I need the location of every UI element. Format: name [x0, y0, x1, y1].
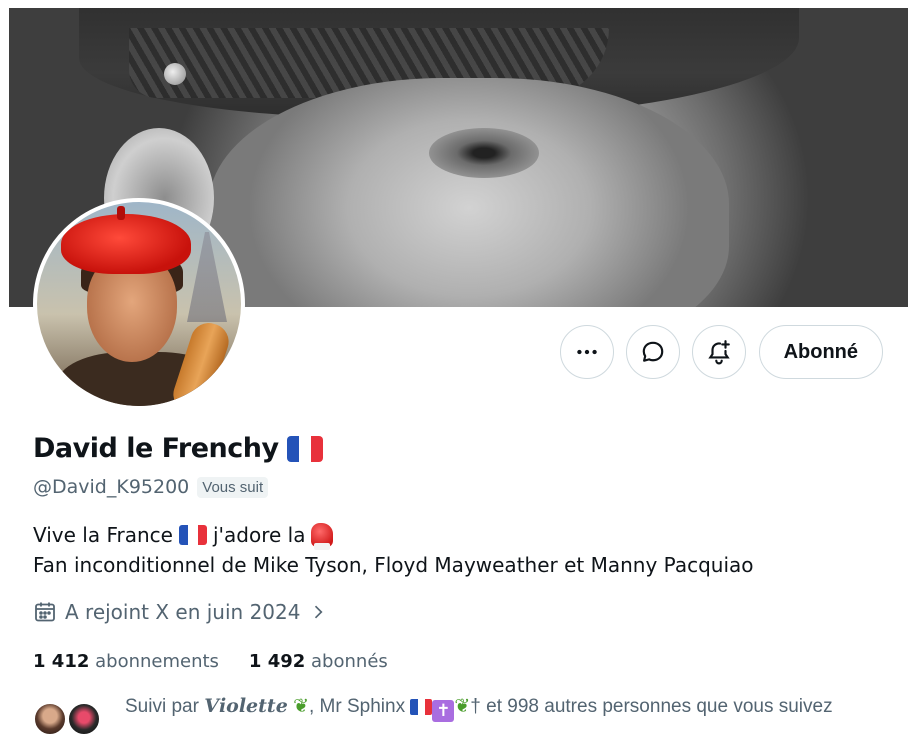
joined-date-text: A rejoint X en juin 2024: [65, 600, 301, 624]
mutual-user-1: 𝑽𝒊𝒐𝒍𝒆𝒕𝒕𝒆: [204, 695, 288, 717]
herb-icon: ❦: [293, 696, 309, 717]
mutual-user-2: , Mr Sphinx: [309, 696, 406, 717]
following-label: abonnements: [95, 651, 219, 672]
latin-cross-icon: ✝: [432, 700, 455, 722]
france-flag-icon: [178, 525, 207, 545]
mutual-avatars: [33, 702, 103, 738]
followed-by-row[interactable]: Suivi par 𝑽𝒊𝒐𝒍𝒆𝒕𝒕𝒆 ❦, Mr Sphinx ✝ ❦† et 9…: [33, 694, 845, 738]
display-name: David le Frenchy: [33, 433, 279, 464]
more-horizontal-icon: [576, 349, 597, 355]
user-handle: @David_K95200: [33, 476, 190, 498]
bio-line-2: Fan inconditionnel de Mike Tyson, Floyd …: [33, 553, 754, 577]
bio-text-a: Vive la France: [33, 523, 173, 547]
bio-text-b: j'adore la: [212, 523, 306, 547]
name-row: David le Frenchy: [33, 433, 323, 464]
avatar-beret: [61, 214, 191, 274]
followed-by-prefix: Suivi par: [125, 696, 199, 717]
joined-date-row[interactable]: A rejoint X en juin 2024: [33, 600, 328, 624]
followers-label: abonnés: [311, 651, 388, 672]
follows-you-badge: Vous suit: [197, 476, 269, 498]
following-count: 1 412: [33, 651, 90, 672]
followed-by-suffix: et 998 autres personnes que vous suivez: [486, 696, 833, 717]
banner-eye: [429, 128, 539, 178]
boxing-glove-icon: [311, 523, 334, 550]
following-stat[interactable]: 1 412 abonnements: [33, 651, 219, 672]
banner-cap-button: [164, 63, 186, 85]
avatar-beret-tip: [117, 206, 125, 220]
profile-actions: Abonné: [559, 325, 883, 379]
following-button[interactable]: Abonné: [758, 325, 883, 379]
bio-line-1: Vive la France j'adore la: [33, 520, 754, 550]
bell-plus-icon: [707, 340, 730, 365]
avatar-tower: [187, 232, 227, 322]
followers-stat[interactable]: 1 492 abonnés: [249, 651, 388, 672]
followers-count: 1 492: [248, 651, 306, 672]
more-button[interactable]: [559, 325, 614, 379]
profile-bio: Vive la France j'adore la Fan inconditio…: [33, 520, 754, 580]
mutual-avatar: [67, 702, 101, 736]
dagger-symbol: †: [470, 696, 481, 717]
banner-face: [209, 78, 729, 307]
chevron-right-icon: [315, 605, 323, 619]
message-button[interactable]: [625, 325, 680, 379]
followed-by-text: Suivi par 𝑽𝒊𝒐𝒍𝒆𝒕𝒕𝒆 ❦, Mr Sphinx ✝ ❦† et 9…: [125, 694, 845, 738]
follow-stats: 1 412 abonnements 1 492 abonnés: [33, 651, 388, 672]
mutual-avatar: [33, 702, 67, 736]
profile-avatar[interactable]: [33, 198, 245, 410]
france-flag-icon: [286, 435, 323, 462]
herb-icon: ❦: [454, 696, 471, 717]
france-flag-icon: [410, 698, 433, 715]
handle-row: @David_K95200 Vous suit: [33, 476, 269, 498]
profile-card: Abonné David le Frenchy @David_K95200 Vo…: [9, 0, 908, 753]
message-icon: [642, 341, 663, 362]
calendar-icon: [35, 602, 55, 622]
notifications-button[interactable]: [691, 325, 746, 379]
